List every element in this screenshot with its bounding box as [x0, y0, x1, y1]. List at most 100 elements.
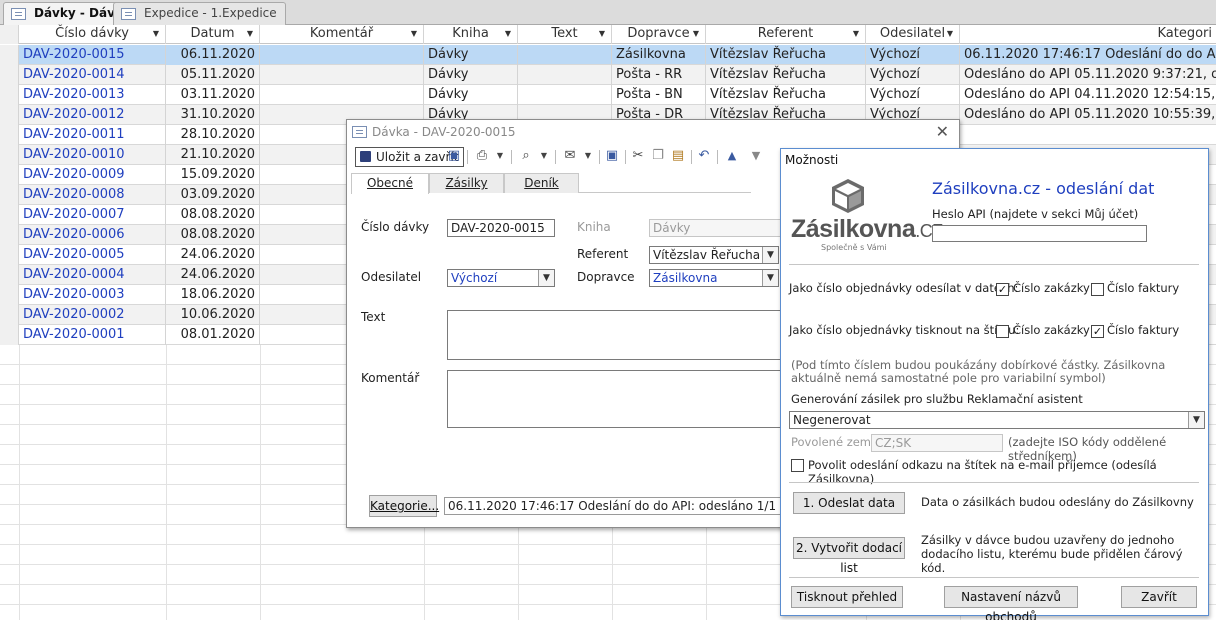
- table-cell[interactable]: DAV-2020-0008: [19, 185, 166, 205]
- table-cell[interactable]: 06.11.2020: [166, 45, 260, 65]
- row-selector[interactable]: [0, 225, 19, 245]
- chevron-down-icon[interactable]: ▼: [581, 149, 595, 163]
- row-selector[interactable]: [0, 125, 19, 145]
- text-field[interactable]: [447, 310, 787, 360]
- table-cell[interactable]: 08.08.2020: [166, 225, 260, 245]
- table-cell[interactable]: DAV-2020-0007: [19, 205, 166, 225]
- table-cell[interactable]: Pošta - RR: [612, 65, 706, 85]
- table-cell[interactable]: [260, 65, 424, 85]
- table-cell[interactable]: Dávky: [424, 85, 518, 105]
- table-cell[interactable]: [260, 85, 424, 105]
- table-cell[interactable]: Odesláno do API 04.11.2020 12:54:15, ode: [960, 85, 1216, 105]
- row-selector[interactable]: [0, 85, 19, 105]
- table-cell[interactable]: Dávky: [424, 65, 518, 85]
- table-cell[interactable]: [960, 125, 1216, 145]
- table-row[interactable]: DAV-2020-0013 03.11.2020 Dávky Pošta - BN Ví…: [0, 85, 1216, 105]
- kategorie-button[interactable]: Kategorie...: [369, 495, 439, 517]
- chevron-down-icon[interactable]: ▼: [493, 149, 507, 163]
- table-cell[interactable]: [518, 85, 612, 105]
- heslo-input[interactable]: [932, 225, 1147, 242]
- col-header[interactable]: Kategori: [960, 25, 1216, 44]
- row-selector[interactable]: [0, 265, 19, 285]
- table-cell[interactable]: Dávky: [424, 45, 518, 65]
- table-cell[interactable]: 08.01.2020: [166, 325, 260, 345]
- table-cell[interactable]: DAV-2020-0002: [19, 305, 166, 325]
- dopravce-select[interactable]: Zásilkovna ▼: [649, 269, 779, 287]
- table-cell[interactable]: DAV-2020-0013: [19, 85, 166, 105]
- table-cell[interactable]: 24.06.2020: [166, 265, 260, 285]
- chevron-down-icon[interactable]: ▼: [599, 25, 605, 43]
- envelope-icon[interactable]: ✉: [563, 149, 577, 163]
- q1-faktura-checkbox[interactable]: [1091, 283, 1104, 296]
- close-button[interactable]: Zavřít: [1121, 586, 1197, 608]
- odesilatel-select[interactable]: Výchozí ▼: [447, 269, 555, 287]
- table-cell[interactable]: 08.08.2020: [166, 205, 260, 225]
- q2-zakazka-checkbox[interactable]: [996, 325, 1009, 338]
- send-data-button[interactable]: 1. Odeslat data: [793, 492, 905, 514]
- chevron-down-icon[interactable]: ▼: [1188, 412, 1204, 428]
- chevron-down-icon[interactable]: ▼: [505, 25, 511, 43]
- chevron-down-icon[interactable]: ▼: [411, 25, 417, 43]
- table-cell[interactable]: Pošta - BN: [612, 85, 706, 105]
- gen-select[interactable]: Negenerovat ▼: [789, 411, 1205, 429]
- table-cell[interactable]: DAV-2020-0006: [19, 225, 166, 245]
- table-cell[interactable]: Odesláno do API 05.11.2020 10:55:39, ode: [960, 105, 1216, 125]
- row-selector[interactable]: [0, 325, 19, 345]
- save-icon[interactable]: ▣: [605, 149, 619, 163]
- table-cell[interactable]: [260, 45, 424, 65]
- shop-names-button[interactable]: Nastavení názvů obchodů: [944, 586, 1078, 620]
- table-cell[interactable]: [518, 45, 612, 65]
- row-selector[interactable]: [0, 245, 19, 265]
- print-overview-button[interactable]: Tisknout přehled: [791, 586, 903, 608]
- table-cell[interactable]: 31.10.2020: [166, 105, 260, 125]
- table-cell[interactable]: DAV-2020-0014: [19, 65, 166, 85]
- table-cell[interactable]: 05.11.2020: [166, 65, 260, 85]
- tab-obecne[interactable]: Obecné: [351, 173, 429, 194]
- table-cell[interactable]: 21.10.2020: [166, 145, 260, 165]
- table-cell[interactable]: DAV-2020-0001: [19, 325, 166, 345]
- table-cell[interactable]: Vítězslav Řeřucha: [706, 65, 866, 85]
- arrow-up-icon[interactable]: ▲: [725, 149, 739, 163]
- table-cell[interactable]: Vítězslav Řeřucha: [706, 45, 866, 65]
- col-header[interactable]: Komentář ▼: [260, 25, 424, 44]
- print-icon[interactable]: ⎙: [475, 149, 489, 163]
- chevron-down-icon[interactable]: ▼: [247, 25, 253, 43]
- search-icon[interactable]: ⌕: [519, 149, 533, 163]
- tab-expedice[interactable]: Expedice - 1.Expedice: [113, 2, 286, 25]
- table-cell[interactable]: DAV-2020-0012: [19, 105, 166, 125]
- cut-icon[interactable]: ✂: [631, 149, 645, 163]
- close-icon[interactable]: ✕: [936, 120, 949, 144]
- row-selector[interactable]: [0, 305, 19, 325]
- referent-select[interactable]: Vítězslav Řeřucha ▼: [649, 246, 779, 264]
- table-cell[interactable]: [518, 65, 612, 85]
- row-selector[interactable]: [0, 185, 19, 205]
- row-selector[interactable]: [0, 165, 19, 185]
- table-cell[interactable]: DAV-2020-0010: [19, 145, 166, 165]
- col-header[interactable]: Kniha ▼: [424, 25, 518, 44]
- link-checkbox[interactable]: [791, 459, 804, 472]
- table-cell[interactable]: Výchozí: [866, 45, 960, 65]
- table-cell[interactable]: 18.06.2020: [166, 285, 260, 305]
- table-cell[interactable]: DAV-2020-0003: [19, 285, 166, 305]
- tab-zasilky[interactable]: Zásilky: [429, 173, 504, 193]
- col-header[interactable]: Text ▼: [518, 25, 612, 44]
- row-selector[interactable]: [0, 65, 19, 85]
- table-cell[interactable]: DAV-2020-0011: [19, 125, 166, 145]
- table-cell[interactable]: DAV-2020-0005: [19, 245, 166, 265]
- undo-icon[interactable]: ↶: [697, 149, 711, 163]
- chevron-down-icon[interactable]: ▼: [947, 25, 953, 43]
- chevron-down-icon[interactable]: ▼: [693, 25, 699, 43]
- table-cell[interactable]: Odesláno do API 05.11.2020 9:37:21, odes: [960, 65, 1216, 85]
- row-selector[interactable]: [0, 205, 19, 225]
- chevron-down-icon[interactable]: ▼: [853, 25, 859, 43]
- q2-faktura-checkbox[interactable]: ✓: [1091, 325, 1104, 338]
- chevron-down-icon[interactable]: ▼: [538, 270, 554, 286]
- table-cell[interactable]: 15.09.2020: [166, 165, 260, 185]
- table-cell[interactable]: 24.06.2020: [166, 245, 260, 265]
- table-cell[interactable]: Vítězslav Řeřucha: [706, 85, 866, 105]
- select-all[interactable]: [0, 25, 19, 44]
- row-selector[interactable]: [0, 285, 19, 305]
- chevron-down-icon[interactable]: ▼: [537, 149, 551, 163]
- table-cell[interactable]: 10.06.2020: [166, 305, 260, 325]
- col-header[interactable]: Dopravce ▼: [612, 25, 706, 44]
